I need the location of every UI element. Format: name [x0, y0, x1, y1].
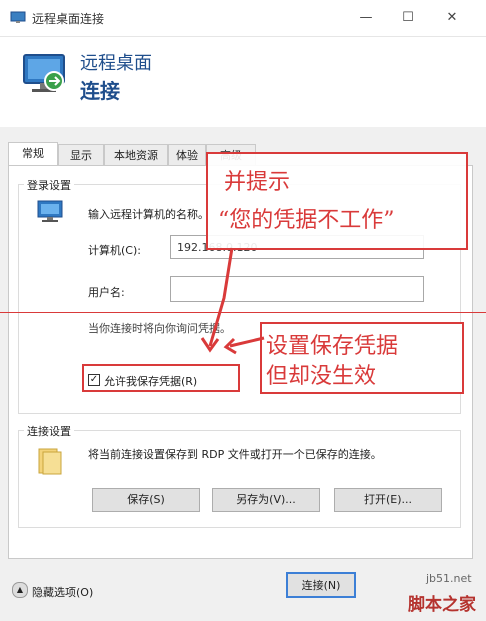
watermark-name: 脚本之家	[408, 595, 476, 615]
tab-local-resources[interactable]: 本地资源	[104, 144, 168, 166]
annotation-2-line2: 但却没生效	[266, 364, 377, 389]
computer-label: 计算机(C):	[88, 244, 141, 257]
annotation-box-2: 设置保存凭据 但却没生效	[260, 322, 464, 394]
connection-settings-label: 连接设置	[24, 423, 74, 439]
chevron-up-icon[interactable]: ▲	[12, 582, 28, 598]
header-subtitle: 连接	[80, 79, 120, 103]
annotation-1-line1: 并提示	[224, 170, 291, 195]
username-label: 用户名:	[88, 286, 125, 299]
remote-desktop-icon	[10, 11, 26, 23]
remote-desktop-logo-icon	[23, 54, 65, 92]
annotation-arrows	[200, 247, 265, 355]
annotation-box-1: 并提示 “您的凭据不工作”	[206, 152, 468, 250]
login-settings-label: 登录设置	[24, 177, 74, 193]
save-button[interactable]: 保存(S)	[92, 488, 200, 512]
save-as-button[interactable]: 另存为(V)...	[212, 488, 320, 512]
dialog-header: 远程桌面 连接	[0, 37, 486, 127]
title-bar: 远程桌面连接 — ☐ ✕	[0, 0, 486, 37]
watermark: jb51.net 脚本之家	[400, 568, 486, 621]
login-prompt: 输入远程计算机的名称。	[88, 208, 209, 221]
header-title: 远程桌面	[80, 53, 152, 74]
tab-display[interactable]: 显示	[58, 144, 104, 166]
connect-button[interactable]: 连接(N)	[286, 572, 356, 598]
connection-description: 将当前连接设置保存到 RDP 文件或打开一个已保存的连接。	[88, 448, 382, 461]
window-title: 远程桌面连接	[32, 12, 105, 26]
close-button[interactable]: ✕	[432, 6, 472, 30]
tab-experience[interactable]: 体验	[168, 144, 206, 166]
hide-options-link[interactable]: 隐藏选项(O)	[32, 584, 93, 600]
computer-icon	[37, 200, 63, 222]
watermark-site: jb51.net	[426, 572, 472, 585]
highlight-save-credentials	[82, 364, 240, 392]
minimize-button[interactable]: —	[346, 6, 386, 30]
annotation-2-line1: 设置保存凭据	[266, 334, 399, 359]
connection-settings-group	[18, 430, 461, 528]
maximize-button[interactable]: ☐	[388, 6, 428, 30]
folder-file-icon	[38, 448, 62, 475]
open-button[interactable]: 打开(E)...	[334, 488, 442, 512]
tab-general[interactable]: 常规	[8, 142, 58, 166]
annotation-1-line2: “您的凭据不工作”	[218, 208, 395, 233]
